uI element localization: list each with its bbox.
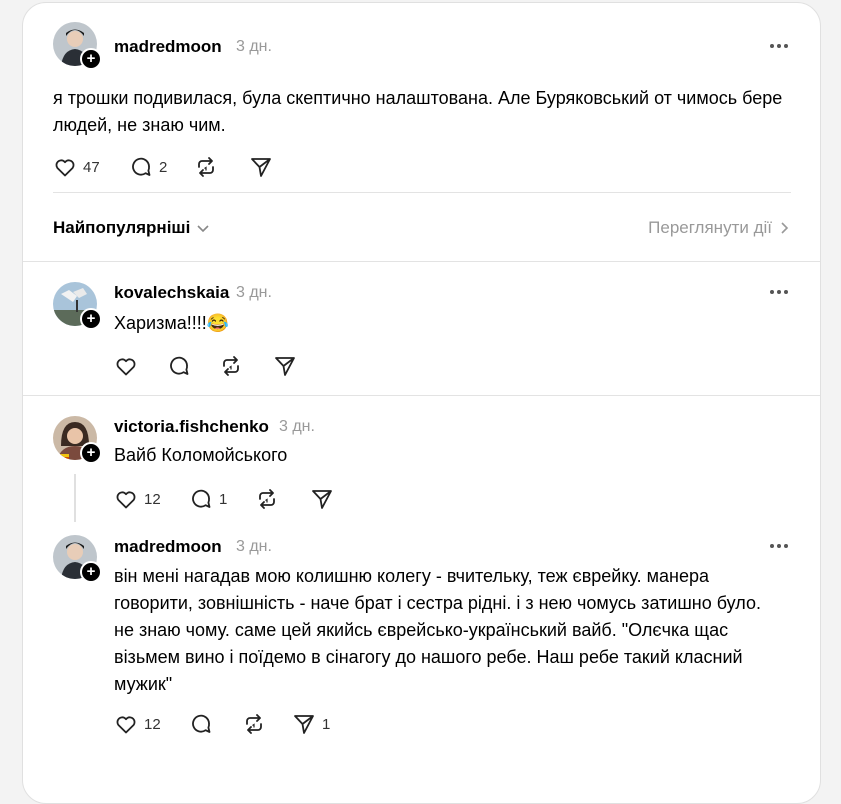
comment-icon <box>132 157 151 176</box>
heart-icon <box>116 716 136 734</box>
reply-button[interactable] <box>189 712 213 736</box>
reply-post: + kovalechskaia 3 дн. Харизма!!!!😂 <box>23 262 820 395</box>
like-button[interactable]: 47 <box>53 155 100 179</box>
more-dots-icon[interactable] <box>769 543 789 549</box>
reply-button[interactable]: 1 <box>189 487 227 511</box>
like-count: 12 <box>144 490 161 508</box>
post-text: Вайб Коломойського <box>114 445 288 465</box>
repost-icon <box>246 714 262 734</box>
share-button[interactable]: 1 <box>292 712 330 736</box>
send-icon <box>275 357 295 376</box>
reply-button[interactable] <box>167 354 191 378</box>
share-button[interactable] <box>310 487 334 511</box>
comment-icon <box>170 356 189 375</box>
divider <box>53 192 791 193</box>
username[interactable]: madredmoon <box>114 37 222 57</box>
repost-button[interactable] <box>242 712 266 736</box>
share-button[interactable] <box>249 155 273 179</box>
follow-plus-icon[interactable]: + <box>80 442 102 464</box>
chevron-down-icon <box>197 225 209 233</box>
send-icon <box>294 715 314 734</box>
send-icon <box>312 490 332 509</box>
like-button[interactable]: 12 <box>114 712 161 736</box>
reply-post: + victoria.fishchenko 3 дн. Вайб Коломой… <box>23 396 820 531</box>
chevron-right-icon <box>781 222 789 234</box>
post-actions <box>114 354 414 378</box>
post-text: Харизма!!!!😂 <box>114 313 230 333</box>
reply-post: + madredmoon 3 дн. він мені нагадав мою … <box>23 523 820 767</box>
share-count: 1 <box>322 715 331 733</box>
post-time[interactable]: 3 дн. <box>236 38 272 56</box>
sort-bar: Найпопулярніші Переглянути дії <box>23 203 820 259</box>
post-actions: 12 1 <box>114 487 414 511</box>
repost-icon <box>198 157 214 177</box>
follow-plus-icon[interactable]: + <box>80 561 102 583</box>
post-time[interactable]: 3 дн. <box>236 538 272 556</box>
repost-button[interactable] <box>255 487 279 511</box>
comment-icon <box>192 489 211 508</box>
heart-icon <box>116 491 136 509</box>
sort-dropdown[interactable]: Найпопулярніші <box>53 218 210 238</box>
view-activity-link[interactable]: Переглянути дії <box>648 218 790 238</box>
more-dots-icon[interactable] <box>769 43 789 49</box>
follow-plus-icon[interactable]: + <box>80 308 102 330</box>
username[interactable]: victoria.fishchenko <box>114 417 269 437</box>
reply-button[interactable]: 2 <box>129 155 167 179</box>
comment-icon <box>192 714 211 733</box>
follow-plus-icon[interactable]: + <box>80 48 102 70</box>
like-button[interactable]: 12 <box>114 487 161 511</box>
more-dots-icon[interactable] <box>769 289 789 295</box>
post-text: він мені нагадав мою колишню колегу - вч… <box>114 566 766 694</box>
main-post: + madredmoon 3 дн. я трошки подивилася, … <box>23 3 820 193</box>
like-button[interactable] <box>114 354 138 378</box>
view-activity-label: Переглянути дії <box>648 218 772 237</box>
post-actions: 47 2 <box>53 155 353 179</box>
send-icon <box>251 158 271 177</box>
heart-icon <box>55 159 75 177</box>
username[interactable]: kovalechskaia <box>114 283 229 303</box>
heart-icon <box>116 358 136 376</box>
repost-icon <box>259 489 275 509</box>
post-time[interactable]: 3 дн. <box>279 418 315 436</box>
thread-card: + madredmoon 3 дн. я трошки подивилася, … <box>22 2 821 804</box>
repost-button[interactable] <box>194 155 218 179</box>
post-text: я трошки подивилася, була скептично нала… <box>53 88 788 135</box>
thread-line <box>74 474 76 522</box>
repost-button[interactable] <box>219 354 243 378</box>
sort-label: Найпопулярніші <box>53 218 191 237</box>
post-time[interactable]: 3 дн. <box>236 284 272 302</box>
username[interactable]: madredmoon <box>114 537 222 557</box>
repost-icon <box>223 356 239 376</box>
reply-count: 2 <box>159 158 168 176</box>
like-count: 47 <box>83 158 100 176</box>
post-actions: 12 1 <box>114 712 414 736</box>
like-count: 12 <box>144 715 161 733</box>
share-button[interactable] <box>273 354 297 378</box>
reply-count: 1 <box>219 490 228 508</box>
